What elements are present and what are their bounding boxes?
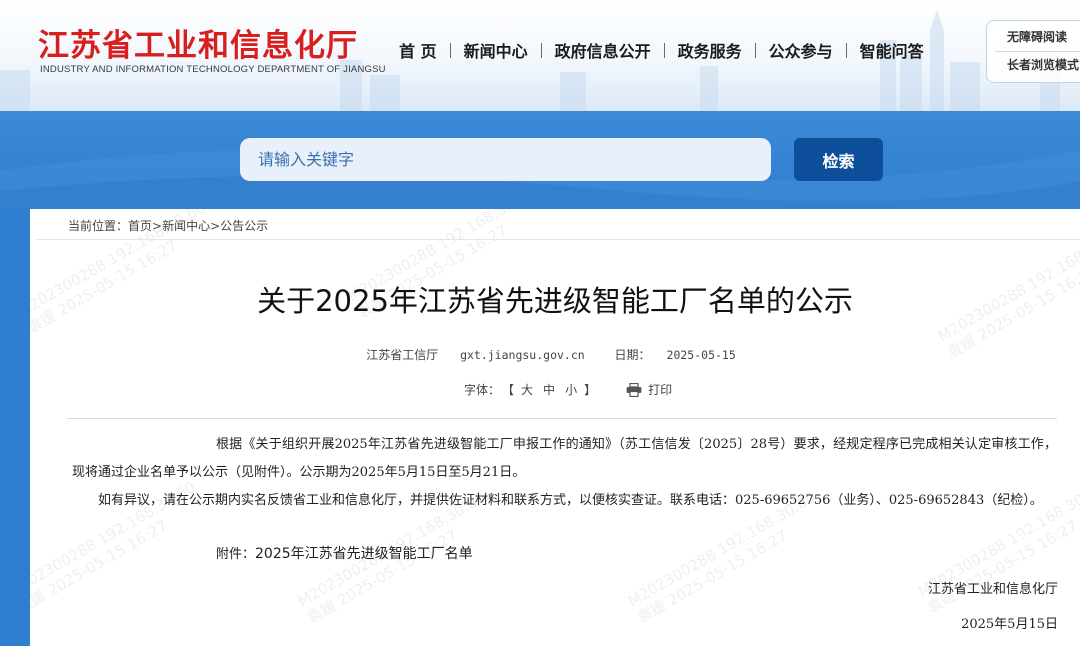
breadcrumb-home[interactable]: 首页 (128, 219, 152, 233)
font-size-bracket-close: 】 (584, 383, 597, 397)
print-button[interactable]: 打印 (626, 381, 672, 398)
main-nav: 首 页 新闻中心 政府信息公开 政务服务 公众参与 智能问答 (386, 38, 937, 62)
breadcrumb-prefix: 当前位置： (68, 219, 129, 233)
article-source: 江苏省工信厅 (366, 348, 439, 362)
printer-icon (626, 382, 642, 397)
article-card: M202300288 192.168.30.60 袁媛 2025-05-15 16… (30, 209, 1080, 646)
attachment-link[interactable]: 2025年江苏省先进级智能工厂名单 (255, 546, 473, 562)
signature-date: 2025年5月15日 (961, 617, 1058, 632)
font-size-small[interactable]: 小 (560, 381, 582, 398)
article-paragraph-2: 如有异议，请在公示期内实名反馈省工业和信息化厅，并提供佐证材料和联系方式，以便核… (98, 493, 1043, 508)
breadcrumb-news-center[interactable]: 新闻中心 (162, 219, 210, 233)
accessibility-panel: 无障碍阅读 长者浏览模式 (986, 20, 1080, 83)
signature-org: 江苏省工业和信息化厅 (927, 582, 1058, 597)
article-date-label: 日期： (614, 348, 651, 362)
breadcrumb-divider (36, 239, 1080, 240)
barrier-free-reading-button[interactable]: 无障碍阅读 (987, 28, 1080, 45)
accessibility-divider (995, 51, 1080, 52)
nav-smart-qa[interactable]: 智能问答 (847, 38, 937, 62)
breadcrumb: 当前位置：首页>新闻中心>公告公示 (68, 217, 268, 234)
search-input[interactable] (240, 138, 771, 181)
article-paragraph-1: 根据《关于组织开展2025年江苏省先进级智能工厂申报工作的通知》（苏工信信发〔2… (72, 437, 1057, 480)
site-logo-subtitle: INDUSTRY AND INFORMATION TECHNOLOGY DEPA… (40, 64, 386, 75)
font-size-large[interactable]: 大 (516, 381, 538, 398)
breadcrumb-separator: > (210, 219, 221, 233)
breadcrumb-separator: > (152, 219, 163, 233)
nav-gov-info-disclosure[interactable]: 政府信息公开 (542, 38, 664, 62)
nav-public-participation[interactable]: 公众参与 (756, 38, 846, 62)
elder-mode-button[interactable]: 长者浏览模式 (987, 56, 1080, 73)
article-tools: 字体： 【 大 中 小 】 打印 (464, 381, 672, 398)
article-meta: 江苏省工信厅 gxt.jiangsu.gov.cn 日期： 2025-05-15 (30, 346, 1080, 363)
print-label: 打印 (648, 383, 673, 397)
nav-gov-services[interactable]: 政务服务 (665, 38, 755, 62)
font-size-bracket-open: 【 (502, 383, 515, 397)
site-logo-title[interactable]: 江苏省工业和信息化厅 (38, 20, 358, 65)
nav-news-center[interactable]: 新闻中心 (451, 38, 541, 62)
font-size-label: 字体： (464, 383, 501, 397)
article-site: gxt.jiangsu.gov.cn (460, 348, 585, 362)
search-button[interactable]: 检索 (794, 138, 883, 181)
site-header: 江苏省工业和信息化厅 INDUSTRY AND INFORMATION TECH… (0, 0, 1080, 111)
attachment-label: 附件： (216, 547, 256, 562)
article-divider (67, 418, 1057, 419)
nav-home[interactable]: 首 页 (386, 38, 450, 62)
breadcrumb-announcements[interactable]: 公告公示 (220, 219, 268, 233)
article-date: 2025-05-15 (666, 348, 736, 362)
font-size-medium[interactable]: 中 (538, 381, 560, 398)
attachment: 附件：2025年江苏省先进级智能工厂名单 (216, 543, 473, 563)
article-title: 关于2025年江苏省先进级智能工厂名单的公示 (257, 284, 853, 318)
